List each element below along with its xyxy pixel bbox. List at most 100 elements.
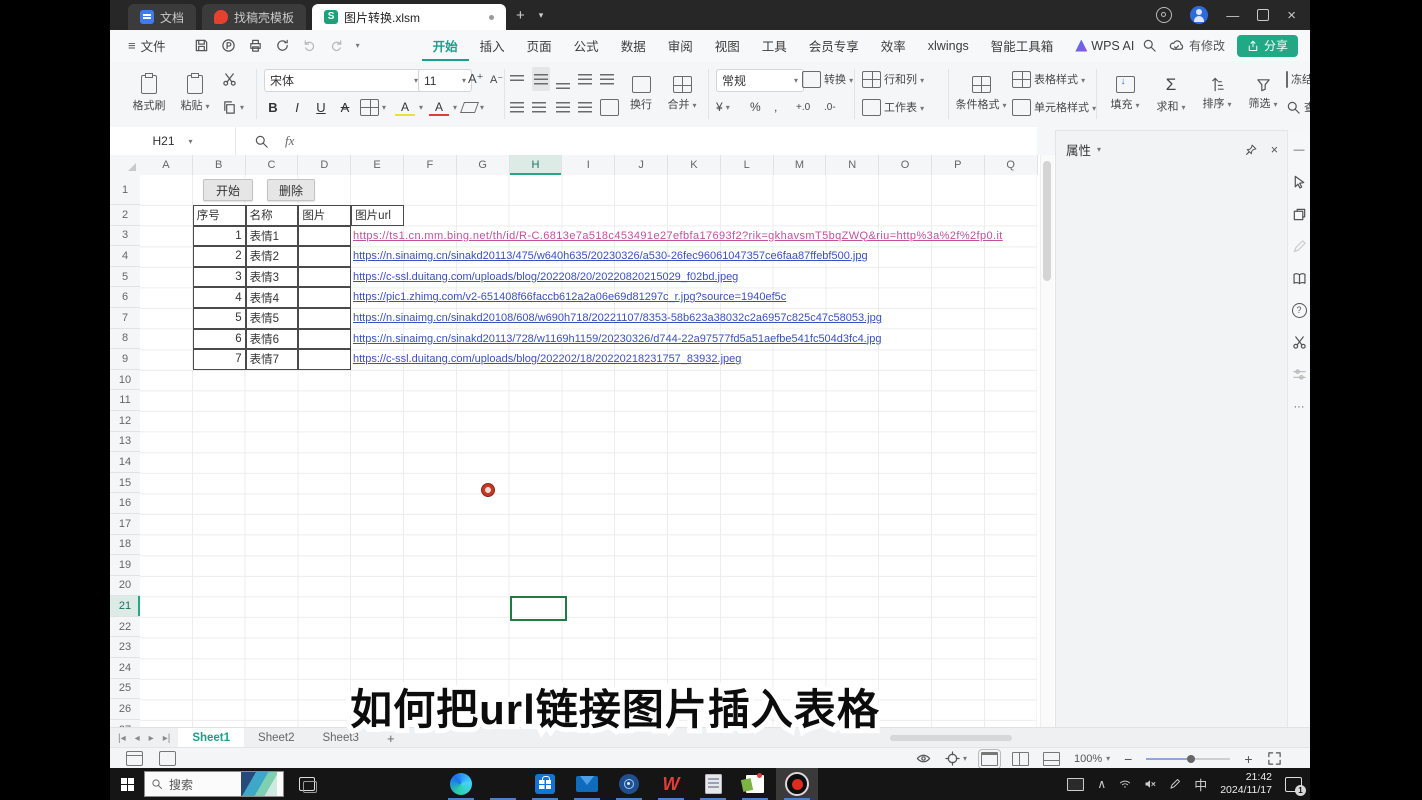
- taskbar-app-explorer[interactable]: [482, 768, 524, 800]
- freeze-panes-button[interactable]: 冻结: [1286, 67, 1306, 91]
- panel-close-icon[interactable]: ×: [1271, 143, 1278, 157]
- increase-decimal-button[interactable]: +.0: [796, 95, 810, 119]
- comma-style-button[interactable]: ,: [774, 95, 777, 119]
- row-header-18[interactable]: 18: [110, 535, 140, 556]
- name-box[interactable]: H21▾: [110, 127, 236, 155]
- new-tab-button[interactable]: +: [509, 0, 532, 30]
- sheet-tab-Sheet1[interactable]: Sheet1: [178, 728, 244, 748]
- zoom-in-button[interactable]: +: [1244, 751, 1252, 767]
- decrease-indent-button[interactable]: [578, 67, 592, 91]
- page-layout-view-button[interactable]: [1012, 752, 1029, 766]
- menu-item-12[interactable]: WPS AI: [1064, 30, 1145, 61]
- fill-button[interactable]: 填充 ▾: [1102, 64, 1148, 124]
- zoom-slider[interactable]: [1146, 758, 1230, 760]
- help-icon[interactable]: ?: [1292, 303, 1307, 318]
- spreadsheet-grid[interactable]: 开始 删除 序号名称图片图片url1表情1https://ts1.cn.mm.b…: [140, 175, 1037, 745]
- table-cell-no[interactable]: 3: [193, 267, 246, 288]
- more-tools-icon[interactable]: ···: [1291, 399, 1307, 415]
- row-header-5[interactable]: 5: [110, 267, 140, 288]
- table-cell-picture[interactable]: [298, 267, 351, 288]
- taskbar-app-notes[interactable]: [734, 768, 776, 800]
- eye-protect-icon[interactable]: [916, 751, 931, 766]
- table-cell-no[interactable]: 4: [193, 287, 246, 308]
- column-header-I[interactable]: I: [562, 155, 615, 175]
- strikethrough-button[interactable]: A: [334, 95, 356, 119]
- column-header-D[interactable]: D: [298, 155, 351, 175]
- column-header-L[interactable]: L: [721, 155, 774, 175]
- add-sheet-button[interactable]: +: [373, 728, 409, 748]
- file-menu[interactable]: 文件: [141, 36, 166, 55]
- reference-book-icon[interactable]: [1292, 271, 1307, 286]
- format-painter-button[interactable]: 格式刷: [126, 64, 172, 124]
- menu-item-5[interactable]: 审阅: [657, 30, 704, 61]
- find-button[interactable]: 查找: [1286, 95, 1310, 119]
- qat-dropdown-icon[interactable]: ▾: [356, 41, 360, 50]
- align-right-button[interactable]: [556, 95, 570, 119]
- row-header-9[interactable]: 9: [110, 349, 140, 370]
- row-header-22[interactable]: 22: [110, 617, 140, 638]
- row-header-19[interactable]: 19: [110, 555, 140, 576]
- table-cell-name[interactable]: 表情1: [246, 226, 299, 247]
- taskbar-app-wps[interactable]: W: [650, 768, 692, 800]
- row-header-17[interactable]: 17: [110, 514, 140, 535]
- column-header-Q[interactable]: Q: [985, 155, 1038, 175]
- row-header-20[interactable]: 20: [110, 576, 140, 597]
- menu-item-6[interactable]: 视图: [704, 30, 751, 61]
- sheet-tab-Sheet2[interactable]: Sheet2: [244, 728, 308, 748]
- vertical-scroll-thumb[interactable]: [1043, 161, 1051, 281]
- filter-button[interactable]: 筛选 ▾: [1240, 64, 1286, 124]
- macro-start-button[interactable]: 开始: [203, 179, 253, 201]
- table-cell-url-link[interactable]: https://n.sinaimg.cn/sinakd20113/728/w11…: [353, 329, 881, 350]
- zoom-slider-knob[interactable]: [1187, 755, 1195, 763]
- hamburger-icon[interactable]: ≡: [128, 38, 136, 53]
- last-sheet-icon[interactable]: ▸|: [163, 733, 171, 744]
- column-header-G[interactable]: G: [457, 155, 510, 175]
- highlight-color-button[interactable]: A▾: [394, 95, 423, 119]
- row-header-3[interactable]: 3: [110, 226, 140, 247]
- table-cell-name[interactable]: 表情5: [246, 308, 299, 329]
- row-header-24[interactable]: 24: [110, 658, 140, 679]
- pin-icon[interactable]: [1245, 144, 1257, 156]
- column-header-F[interactable]: F: [404, 155, 457, 175]
- paste-button[interactable]: 粘贴 ▾: [172, 64, 218, 124]
- align-bottom-button[interactable]: [556, 67, 570, 91]
- sync-icon[interactable]: [275, 38, 290, 53]
- sheet-tab-Sheet3[interactable]: Sheet3: [308, 728, 372, 748]
- bold-button[interactable]: B: [262, 95, 284, 119]
- table-cell-url-link[interactable]: https://n.sinaimg.cn/sinakd20108/608/w69…: [353, 308, 882, 329]
- column-header-O[interactable]: O: [879, 155, 932, 175]
- rows-columns-button[interactable]: 行和列 ▾: [862, 67, 924, 91]
- taskbar-clock[interactable]: 21:42 2024/11/17: [1220, 771, 1272, 797]
- menu-item-9[interactable]: 效率: [870, 30, 917, 61]
- undo-icon[interactable]: [302, 38, 317, 53]
- menu-item-2[interactable]: 页面: [516, 30, 563, 61]
- menu-item-7[interactable]: 工具: [751, 30, 798, 61]
- number-format-select[interactable]: 常规▾: [716, 69, 804, 92]
- hidden-icons-chevron[interactable]: ∧: [1097, 777, 1106, 791]
- table-cell-picture[interactable]: [298, 287, 351, 308]
- normal-view-button[interactable]: [981, 752, 998, 766]
- taskbar-app-edge[interactable]: [440, 768, 482, 800]
- print-icon[interactable]: [248, 38, 263, 53]
- table-cell-name[interactable]: 表情2: [246, 246, 299, 267]
- column-header-N[interactable]: N: [826, 155, 879, 175]
- panel-title-dropdown[interactable]: ▾: [1097, 145, 1101, 154]
- settings-toggle-icon[interactable]: [1292, 367, 1307, 382]
- conditional-format-button[interactable]: 条件格式 ▾: [954, 64, 1008, 124]
- select-all-corner[interactable]: [110, 155, 141, 176]
- row-header-7[interactable]: 7: [110, 308, 140, 329]
- borders-button[interactable]: ▾: [360, 95, 386, 119]
- row-header-21[interactable]: 21: [110, 596, 140, 617]
- macro-delete-button[interactable]: 删除: [267, 179, 315, 201]
- column-header-P[interactable]: P: [932, 155, 985, 175]
- row-header-25[interactable]: 25: [110, 679, 140, 700]
- share-button[interactable]: 分享: [1237, 35, 1298, 57]
- cut-tool-icon[interactable]: [1292, 335, 1307, 350]
- row-header-6[interactable]: 6: [110, 287, 140, 308]
- menu-item-0[interactable]: 开始: [422, 30, 469, 61]
- font-color-button[interactable]: A▾: [428, 95, 457, 119]
- increase-font-button[interactable]: A⁺: [468, 67, 484, 91]
- tablet-mode-icon[interactable]: [1067, 778, 1084, 791]
- minimize-button[interactable]: —: [1226, 9, 1239, 22]
- zoom-formula-icon[interactable]: [254, 134, 269, 149]
